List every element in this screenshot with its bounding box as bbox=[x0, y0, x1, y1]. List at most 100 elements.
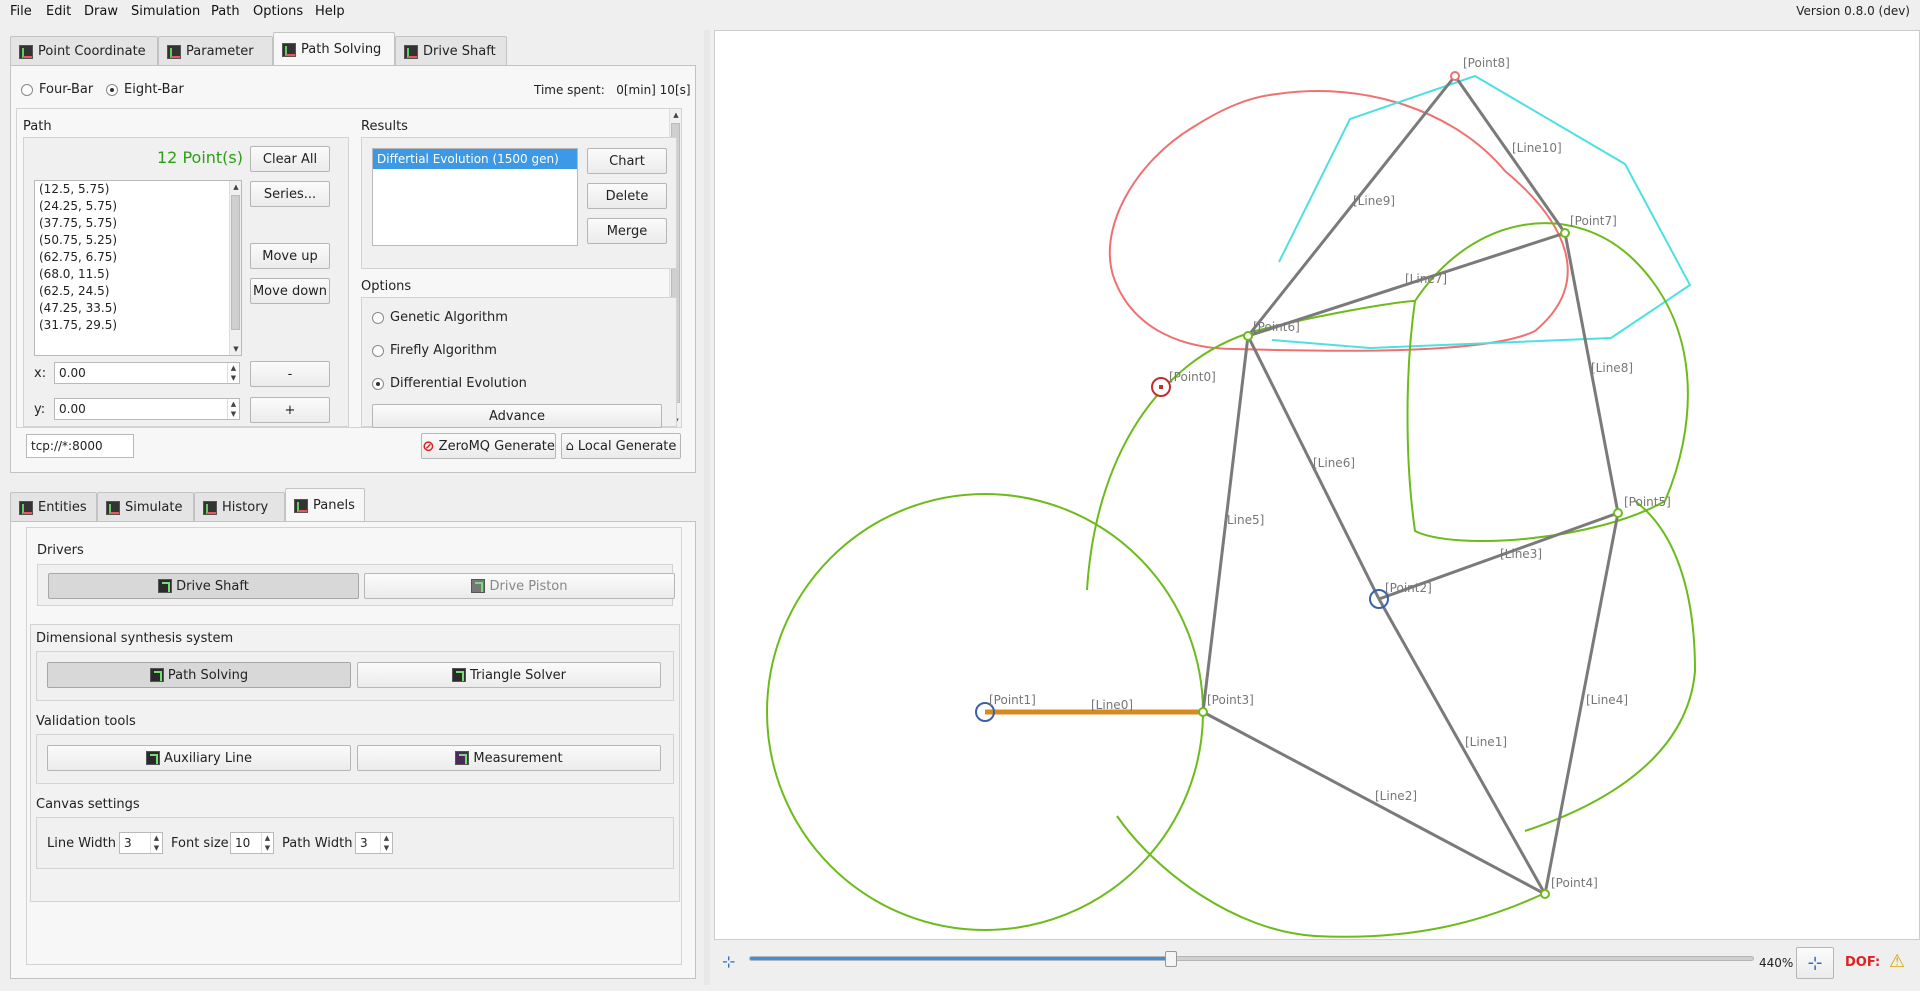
move-up-button[interactable]: Move up bbox=[250, 243, 330, 269]
line9-label: [Line9] bbox=[1353, 194, 1395, 208]
tab-parameter[interactable]: Parameter bbox=[158, 36, 273, 66]
point2-label: [Point2] bbox=[1385, 581, 1432, 595]
local-generate-button[interactable]: ⌂ Local Generate bbox=[561, 433, 681, 459]
clear-all-button[interactable]: Clear All bbox=[250, 146, 330, 172]
zoom-slider-handle[interactable] bbox=[1165, 951, 1178, 967]
tab-path-solving[interactable]: Path Solving bbox=[273, 32, 395, 66]
spin-arrows-icon[interactable]: ▲ ▼ bbox=[150, 833, 162, 853]
results-groupbox: Differtial Evolution (1500 gen) Chart De… bbox=[361, 137, 677, 269]
eight-bar-radio[interactable]: Eight-Bar bbox=[106, 82, 184, 97]
point8-marker[interactable] bbox=[1450, 71, 1460, 81]
linkage-drawing: [Point0] [Point1] [Point2] [Point3] [Poi… bbox=[766, 56, 1697, 938]
drive-shaft-button[interactable]: Drive Shaft bbox=[48, 573, 359, 599]
merge-button[interactable]: Merge bbox=[587, 218, 667, 244]
y-spinbox[interactable]: 0.00 ▲ ▼ bbox=[54, 398, 240, 420]
validation-groupbox: Auxiliary Line Measurement bbox=[36, 734, 674, 784]
auxiliary-line-button[interactable]: Auxiliary Line bbox=[47, 745, 351, 771]
four-bar-radio[interactable]: Four-Bar bbox=[21, 82, 93, 97]
results-list[interactable]: Differtial Evolution (1500 gen) bbox=[372, 148, 578, 246]
menu-draw[interactable]: Draw bbox=[84, 4, 118, 19]
tab-point-coordinate[interactable]: Point Coordinate bbox=[10, 36, 158, 66]
bottom-tab-bar: Entities Simulate History Panels bbox=[10, 488, 690, 522]
line-width-spinbox[interactable]: 3 ▲ ▼ bbox=[119, 832, 163, 854]
tab-entities[interactable]: Entities bbox=[10, 492, 97, 522]
drive-shaft-icon bbox=[158, 579, 173, 593]
differential-evolution-radio[interactable]: Differential Evolution bbox=[372, 376, 527, 391]
zoom-bar: ⊹ 440% ⊹ DOF: ⚠ bbox=[714, 942, 1920, 984]
line2-label: [Line2] bbox=[1375, 789, 1417, 803]
measurement-label: Measurement bbox=[473, 750, 563, 766]
series-button[interactable]: Series... bbox=[250, 181, 330, 207]
origin-icon[interactable]: ⊹ bbox=[722, 952, 735, 971]
vertical-splitter[interactable] bbox=[704, 30, 710, 985]
advance-button[interactable]: Advance bbox=[372, 404, 662, 428]
scroll-thumb[interactable] bbox=[231, 195, 240, 330]
history-icon bbox=[203, 500, 217, 515]
tab-history[interactable]: History bbox=[194, 492, 285, 522]
list-item[interactable]: (62.5, 24.5) bbox=[35, 283, 241, 300]
list-item[interactable]: (68.0, 11.5) bbox=[35, 266, 241, 283]
zoom-slider-fill bbox=[750, 957, 1172, 960]
result-item[interactable]: Differtial Evolution (1500 gen) bbox=[373, 149, 577, 169]
menu-help[interactable]: Help bbox=[315, 4, 345, 19]
measurement-icon bbox=[455, 751, 470, 765]
spin-arrows-icon[interactable]: ▲ ▼ bbox=[227, 363, 239, 383]
path-width-spinbox[interactable]: 3 ▲ ▼ bbox=[355, 832, 393, 854]
list-item[interactable]: (37.75, 5.75) bbox=[35, 215, 241, 232]
point8-label: [Point8] bbox=[1463, 56, 1510, 70]
zoom-level-label: 440% bbox=[1759, 956, 1794, 970]
list-item[interactable]: (62.75, 6.75) bbox=[35, 249, 241, 266]
point4-marker[interactable] bbox=[1540, 889, 1550, 899]
point5-marker[interactable] bbox=[1613, 508, 1623, 518]
y-value: 0.00 bbox=[59, 402, 86, 416]
triangle-solver-label: Triangle Solver bbox=[469, 667, 567, 683]
reset-zoom-button[interactable]: ⊹ bbox=[1796, 947, 1834, 979]
line5-label: Line5] bbox=[1227, 513, 1264, 527]
add-point-button[interactable]: + bbox=[250, 397, 330, 423]
zoom-slider[interactable] bbox=[749, 951, 1754, 967]
path-points-list[interactable]: (12.5, 5.75) (24.25, 5.75) (37.75, 5.75)… bbox=[34, 180, 242, 356]
menu-file[interactable]: File bbox=[10, 4, 32, 19]
list-item[interactable]: (47.25, 33.5) bbox=[35, 300, 241, 317]
point3-marker[interactable] bbox=[1198, 707, 1208, 717]
list-scrollbar[interactable]: ▲ ▼ bbox=[229, 181, 241, 355]
move-down-button[interactable]: Move down bbox=[250, 278, 330, 304]
remove-point-button[interactable]: - bbox=[250, 361, 330, 387]
menu-path[interactable]: Path bbox=[211, 4, 240, 19]
address-input[interactable]: tcp://*:8000 bbox=[26, 434, 134, 458]
tab-simulate[interactable]: Simulate bbox=[97, 492, 194, 522]
list-item[interactable]: (50.75, 5.25) bbox=[35, 232, 241, 249]
drive-piston-button[interactable]: Drive Piston bbox=[364, 573, 675, 599]
triangle-solver-button[interactable]: Triangle Solver bbox=[357, 662, 661, 688]
tab-panels[interactable]: Panels bbox=[285, 488, 365, 522]
menu-edit[interactable]: Edit bbox=[46, 4, 71, 19]
font-size-value: 10 bbox=[235, 836, 251, 850]
panels-scroll-area: Drivers Drive Shaft Drive Piston Dimensi… bbox=[26, 527, 682, 965]
tab-drive-shaft[interactable]: Drive Shaft bbox=[395, 36, 507, 66]
path-solving-label: Path Solving bbox=[167, 667, 249, 683]
list-item[interactable]: (12.5, 5.75) bbox=[35, 181, 241, 198]
delete-button[interactable]: Delete bbox=[587, 183, 667, 209]
triangle-solver-icon bbox=[451, 668, 466, 682]
path-solving-icon bbox=[282, 42, 296, 57]
font-size-spinbox[interactable]: 10 ▲ ▼ bbox=[230, 832, 274, 854]
measurement-button[interactable]: Measurement bbox=[357, 745, 661, 771]
menu-simulation[interactable]: Simulation bbox=[131, 4, 200, 19]
menu-options[interactable]: Options bbox=[253, 4, 303, 19]
linkage-canvas[interactable]: [Point0] [Point1] [Point2] [Point3] [Poi… bbox=[714, 30, 1920, 940]
genetic-algorithm-radio[interactable]: Genetic Algorithm bbox=[372, 310, 508, 325]
point6-marker[interactable] bbox=[1243, 331, 1253, 341]
spin-arrows-icon[interactable]: ▲ ▼ bbox=[261, 833, 273, 853]
spin-arrows-icon[interactable]: ▲ ▼ bbox=[380, 833, 392, 853]
zmq-generate-button[interactable]: ⊘ ZeroMQ Generate bbox=[421, 433, 556, 459]
chart-button[interactable]: Chart bbox=[587, 148, 667, 174]
radio-icon bbox=[372, 344, 384, 357]
list-item[interactable]: (31.75, 29.5) bbox=[35, 317, 241, 334]
point7-marker[interactable] bbox=[1560, 228, 1570, 238]
spin-arrows-icon[interactable]: ▲ ▼ bbox=[227, 399, 239, 419]
list-item[interactable]: (24.25, 5.75) bbox=[35, 198, 241, 215]
path-solving-button[interactable]: Path Solving bbox=[47, 662, 351, 688]
synthesis-groupbox: Path Solving Triangle Solver bbox=[36, 651, 674, 701]
x-spinbox[interactable]: 0.00 ▲ ▼ bbox=[54, 362, 240, 384]
firefly-algorithm-radio[interactable]: Firefly Algorithm bbox=[372, 343, 497, 358]
